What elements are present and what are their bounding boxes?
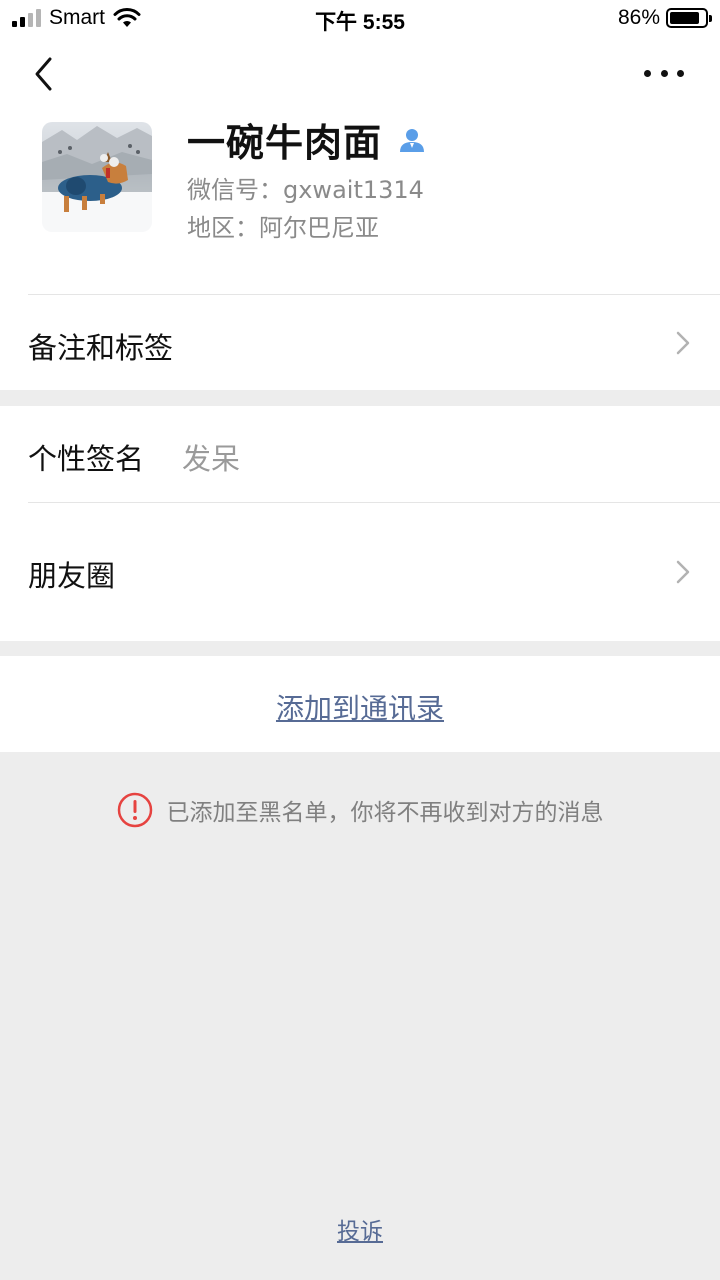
remarks-tags-row[interactable]: 备注和标签 bbox=[0, 295, 720, 390]
info-section: 个性签名 发呆 朋友圈 bbox=[0, 406, 720, 641]
signature-label: 个性签名 bbox=[28, 442, 145, 476]
chevron-right-icon bbox=[676, 331, 690, 355]
warning-icon bbox=[117, 792, 152, 828]
chevron-right-icon bbox=[676, 560, 690, 584]
complain-link[interactable]: 投诉 bbox=[0, 1212, 720, 1246]
status-bar: Smart 下午 5:55 86% bbox=[0, 0, 720, 38]
region: 地区：阿尔巴尼亚 bbox=[187, 214, 379, 242]
add-to-contacts-button[interactable]: 添加到通讯录 bbox=[0, 687, 720, 727]
dog-in-snow-photo bbox=[42, 126, 152, 232]
avatar[interactable] bbox=[42, 122, 152, 232]
profile-name: 一碗牛肉面 bbox=[187, 121, 383, 165]
signature-row: 个性签名 发呆 bbox=[0, 406, 720, 502]
battery-icon bbox=[666, 8, 712, 28]
remarks-tags-label: 备注和标签 bbox=[28, 331, 174, 365]
profile-card: 一碗牛肉面 微信号：gxwait1314 地区：阿尔巴尼亚 备注和标签 bbox=[0, 38, 720, 390]
status-time: 下午 5:55 bbox=[315, 11, 405, 34]
moments-row[interactable]: 朋友圈 bbox=[0, 503, 720, 641]
status-bar-right: 86% bbox=[617, 6, 712, 30]
signature-value: 发呆 bbox=[182, 442, 241, 476]
name-row: 一碗牛肉面 bbox=[187, 112, 426, 167]
add-contact-section: 添加到通讯录 bbox=[0, 656, 720, 752]
battery-percent: 86% bbox=[617, 6, 660, 29]
person-icon bbox=[400, 128, 425, 152]
blacklist-notice-text: 已添加至黑名单，你将不再收到对方的消息 bbox=[166, 800, 604, 826]
back-icon[interactable] bbox=[28, 54, 64, 94]
more-options-icon[interactable] bbox=[644, 66, 684, 80]
moments-label: 朋友圈 bbox=[28, 559, 116, 593]
blacklist-notice: 已添加至黑名单，你将不再收到对方的消息 bbox=[0, 792, 720, 828]
wechat-id: 微信号：gxwait1314 bbox=[187, 176, 424, 204]
